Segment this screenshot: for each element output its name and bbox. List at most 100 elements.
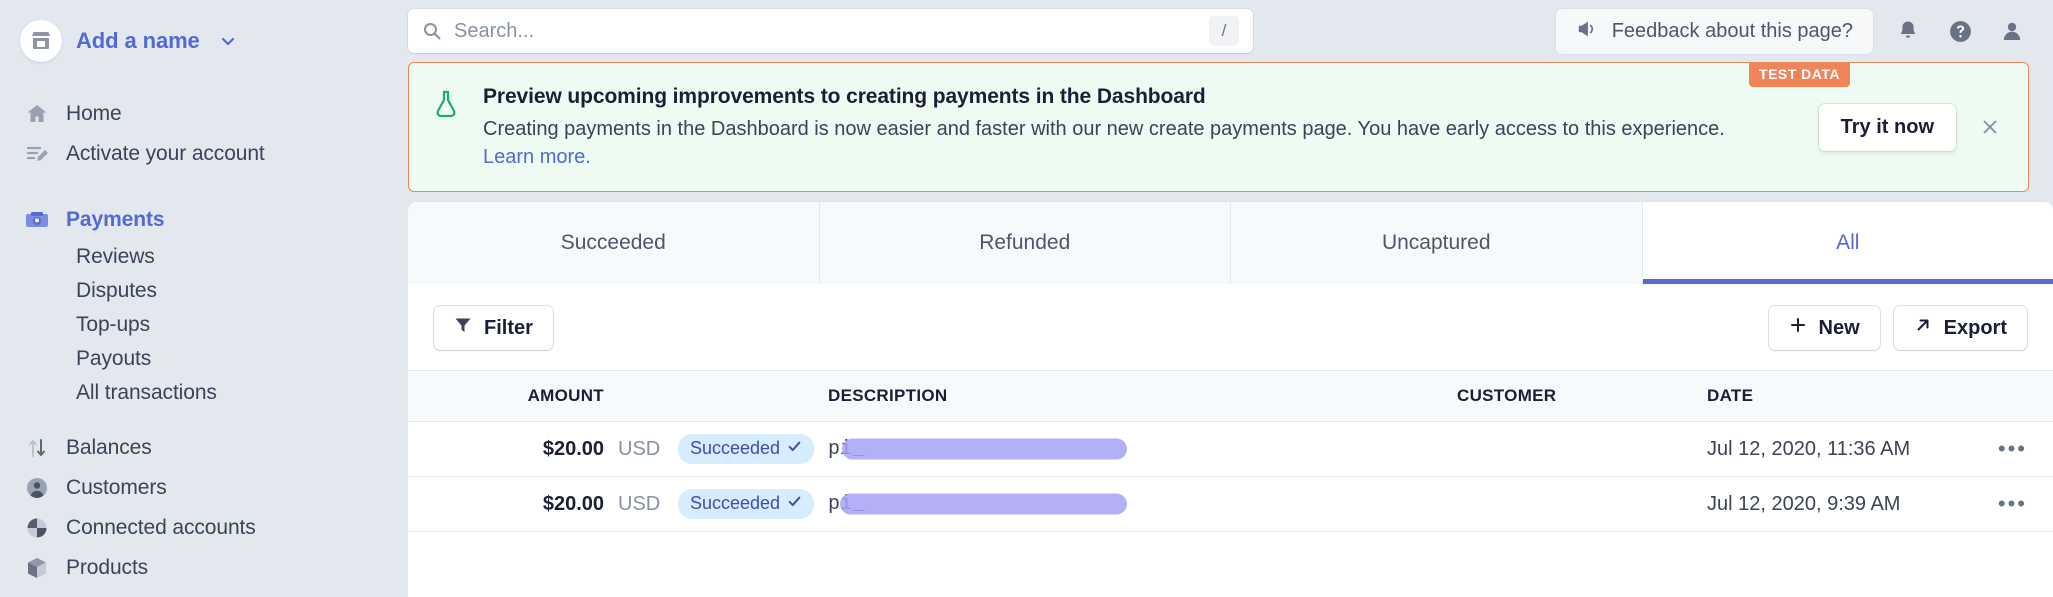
column-header-date: DATE — [1707, 386, 1754, 405]
tab-label: All — [1836, 231, 1860, 254]
tab-refunded[interactable]: Refunded — [819, 202, 1231, 284]
store-icon — [20, 20, 62, 62]
tab-all[interactable]: All — [1642, 202, 2053, 284]
status-label: Succeeded — [690, 493, 781, 513]
toolbar-actions: New Export — [1768, 306, 2027, 350]
sidebar-item-label: Connected accounts — [66, 516, 256, 539]
user-avatar-icon[interactable] — [1995, 14, 2029, 48]
sidebar-item-label: Products — [66, 556, 149, 579]
account-name: Add a name — [76, 28, 200, 53]
search-input[interactable] — [454, 19, 1209, 43]
payments-table-card: Filter New Export AMOUNT DESCRIPTION CUS… — [408, 284, 2053, 597]
sidebar-item-label: Payments — [66, 208, 165, 231]
tab-succeeded[interactable]: Succeeded — [408, 202, 820, 284]
banner-wrapper: TEST DATA Preview upcoming improvements … — [408, 62, 2053, 202]
bell-icon[interactable] — [1891, 14, 1925, 48]
sidebar-item-balances[interactable]: Balances — [0, 428, 408, 468]
sidebar-item-payments[interactable]: Payments — [0, 200, 408, 240]
preview-banner: TEST DATA Preview upcoming improvements … — [408, 62, 2029, 192]
table-row[interactable]: $20.00 USD Succeeded pi_ — [408, 422, 2053, 477]
tab-label: Succeeded — [560, 231, 666, 254]
sidebar-group-payments: Payments Reviews Disputes Top-ups Payout… — [0, 200, 408, 410]
sidebar-item-label: Activate your account — [66, 142, 265, 165]
sidebar-item-connected-accounts[interactable]: Connected accounts — [0, 508, 408, 548]
column-header-amount: AMOUNT — [527, 386, 604, 405]
learn-more-link[interactable]: Learn more. — [483, 146, 591, 169]
overflow-menu-icon[interactable]: ••• — [1967, 493, 2027, 515]
redaction-overlay — [842, 438, 1127, 460]
feedback-button[interactable]: Feedback about this page? — [1555, 8, 1873, 54]
payments-icon — [24, 207, 50, 233]
main-content: / Feedback about this page? — [408, 0, 2053, 597]
cell-currency: USD — [618, 492, 661, 515]
account-switcher[interactable]: Add a name — [0, 14, 408, 68]
banner-title: Preview upcoming improvements to creatin… — [483, 85, 1206, 108]
cell-amount: $20.00 — [542, 437, 604, 460]
sidebar-item-payouts[interactable]: Payouts — [0, 342, 408, 376]
tab-uncaptured[interactable]: Uncaptured — [1231, 202, 1643, 284]
try-it-now-button[interactable]: Try it now — [1818, 103, 1956, 151]
redaction-overlay — [840, 493, 1127, 515]
column-header-description: DESCRIPTION — [828, 386, 948, 405]
sidebar-subitem-label: Reviews — [76, 245, 155, 268]
table-row[interactable]: $20.00 USD Succeeded pi_ — [408, 477, 2053, 532]
export-label: Export — [1943, 316, 2007, 339]
cell-date: Jul 12, 2020, 11:36 AM — [1707, 437, 1911, 460]
check-icon — [787, 438, 802, 459]
cell-currency: USD — [618, 437, 661, 460]
sidebar-item-label: Customers — [66, 476, 167, 499]
export-button[interactable]: Export — [1893, 306, 2027, 350]
topbar: / Feedback about this page? — [408, 0, 2053, 62]
sidebar-subitem-label: Disputes — [76, 279, 157, 302]
arrow-up-right-icon — [1914, 316, 1932, 340]
status-tabs: Succeeded Refunded Uncaptured All — [408, 202, 2053, 284]
sidebar-item-activate-your-account[interactable]: Activate your account — [0, 134, 408, 174]
sidebar-item-products[interactable]: Products — [0, 548, 408, 588]
new-label: New — [1818, 316, 1860, 339]
cell-status: Succeeded — [666, 489, 815, 519]
filter-button[interactable]: Filter — [434, 306, 553, 350]
tab-label: Uncaptured — [1381, 231, 1491, 254]
sidebar-item-disputes[interactable]: Disputes — [0, 274, 408, 308]
balances-icon — [24, 435, 50, 461]
sidebar-subitem-label: Payouts — [76, 347, 152, 370]
sidebar-subitem-label: Top-ups — [76, 313, 151, 336]
plus-icon — [1789, 316, 1807, 340]
close-icon[interactable] — [1974, 111, 2006, 143]
search-box[interactable]: / — [408, 9, 1253, 53]
sidebar-item-top-ups[interactable]: Top-ups — [0, 308, 408, 342]
search-shortcut-badge: / — [1209, 16, 1239, 46]
sidebar-item-label: Home — [66, 102, 122, 125]
feedback-label: Feedback about this page? — [1611, 19, 1853, 42]
funnel-icon — [454, 316, 472, 340]
cell-status: Succeeded — [666, 434, 815, 464]
question-circle-icon[interactable] — [1943, 14, 1977, 48]
sidebar-item-home[interactable]: Home — [0, 94, 408, 134]
filter-label: Filter — [484, 316, 533, 339]
sidebar-item-reviews[interactable]: Reviews — [0, 240, 408, 274]
banner-description: Creating payments in the Dashboard is no… — [483, 118, 1725, 140]
status-badge: TEST DATA — [1749, 62, 1850, 87]
home-icon — [24, 101, 50, 127]
flask-icon — [433, 85, 467, 124]
sidebar-item-customers[interactable]: Customers — [0, 468, 408, 508]
chevron-down-icon[interactable] — [218, 31, 238, 51]
edit-list-icon — [24, 141, 50, 167]
status-badge: Succeeded — [678, 434, 815, 464]
sidebar-subitem-label: All transactions — [76, 381, 217, 404]
customers-icon — [24, 475, 50, 501]
sidebar-item-all-transactions[interactable]: All transactions — [0, 376, 408, 410]
cell-amount: $20.00 — [542, 492, 604, 515]
banner-body: Preview upcoming improvements to creatin… — [483, 85, 1819, 169]
megaphone-icon — [1576, 18, 1598, 45]
overflow-menu-icon[interactable]: ••• — [1967, 438, 2027, 460]
products-icon — [24, 555, 50, 581]
cell-description: pi_ — [806, 438, 1457, 461]
connected-accounts-icon — [24, 515, 50, 541]
cell-description: pi_ — [806, 493, 1457, 516]
new-button[interactable]: New — [1768, 306, 1880, 350]
sidebar-nav: Home Activate your account Payments Revi… — [0, 94, 408, 588]
banner-actions: Try it now — [1818, 103, 2006, 151]
check-icon — [787, 493, 802, 514]
table-toolbar: Filter New Export — [408, 284, 2053, 370]
